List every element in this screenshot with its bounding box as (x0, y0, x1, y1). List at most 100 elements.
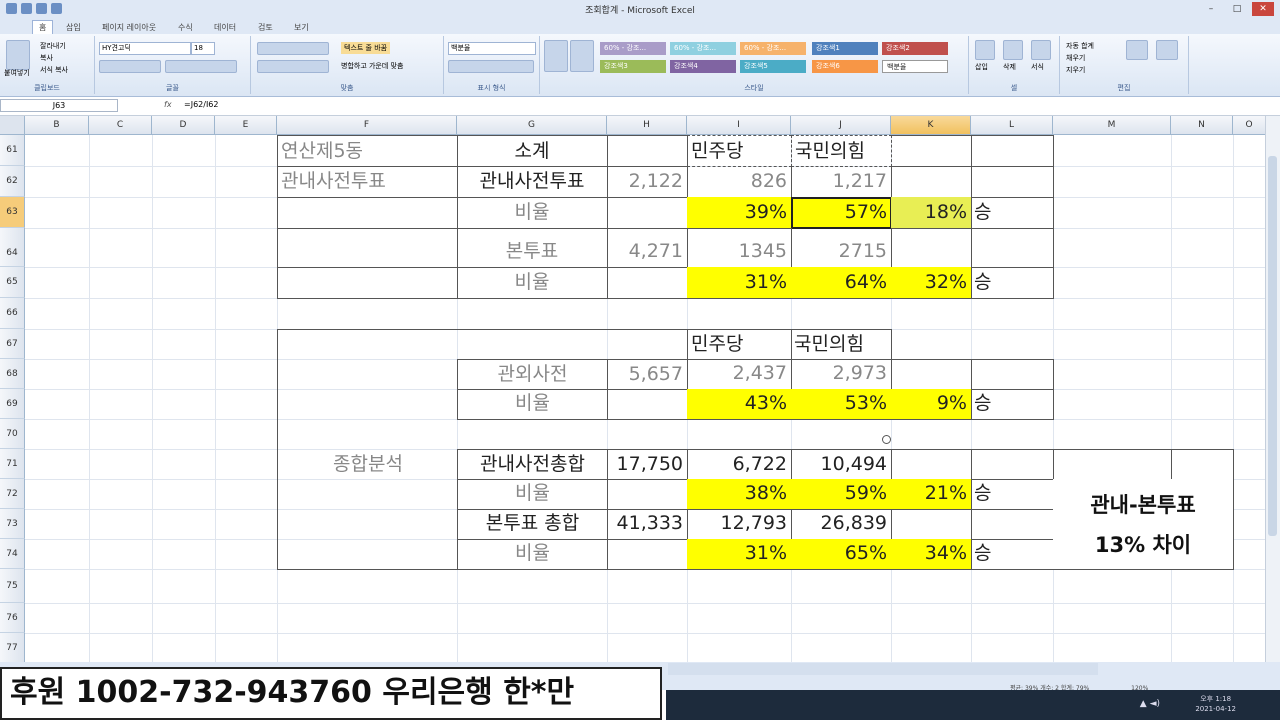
row-header-67[interactable]: 67 (0, 329, 25, 359)
taskbar-clock[interactable]: 오후 1:18 2021-04-12 (1195, 694, 1236, 714)
cell-g73[interactable]: 본투표 총합 (457, 509, 608, 540)
tab-insert[interactable]: 삽입 (66, 22, 81, 33)
cell-i71[interactable]: 6,722 (687, 449, 792, 480)
cell-l71[interactable] (971, 449, 1054, 480)
function-icon[interactable]: fx (164, 100, 172, 109)
vertical-scrollbar[interactable] (1265, 116, 1280, 662)
cut-button[interactable]: 잘라내기 (40, 41, 66, 51)
tab-home[interactable]: 홈 (32, 20, 54, 34)
scrollbar-thumb[interactable] (1268, 156, 1277, 536)
wrap-text-button[interactable]: 텍스트 줄 바꿈 (341, 42, 391, 54)
font-style-buttons[interactable] (99, 60, 161, 73)
row-header-62[interactable]: 62 (0, 166, 25, 197)
cell-h63[interactable] (607, 197, 688, 229)
cell-g64[interactable]: 본투표 (457, 228, 608, 268)
cell-i72[interactable]: 38% (687, 479, 792, 510)
cell-i73[interactable]: 12,793 (687, 509, 792, 540)
format-button[interactable]: 서식 (1031, 62, 1044, 72)
cell-k73[interactable] (891, 509, 972, 540)
tab-review[interactable]: 검토 (258, 22, 273, 33)
cell-h74[interactable] (607, 539, 688, 570)
delete-button[interactable]: 삭제 (1003, 62, 1016, 72)
merge-center-button[interactable]: 병합하고 가운데 맞춤 (341, 61, 403, 71)
cell-f63[interactable] (277, 197, 458, 229)
cell-i69[interactable]: 43% (687, 389, 792, 420)
column-header-e[interactable]: E (215, 116, 277, 135)
insert-button[interactable]: 삽입 (975, 62, 988, 72)
row-header-64[interactable]: 64 (0, 228, 25, 267)
cell-j61[interactable]: 국민의힘 (791, 135, 892, 167)
cell-h69[interactable] (607, 389, 688, 420)
cell-l63[interactable]: 승 (971, 197, 1054, 229)
cell-k61[interactable] (891, 135, 972, 167)
cell-h64[interactable]: 4,271 (607, 228, 688, 268)
cell-i64[interactable]: 1345 (687, 228, 792, 268)
row-header-70[interactable]: 70 (0, 419, 25, 449)
cell-n71[interactable] (1171, 449, 1234, 480)
worksheet-grid[interactable]: 연산제5동 소계 민주당 국민의힘 관내사전투표 관내사전투표 2,122 82… (25, 135, 1266, 662)
row-header-65[interactable]: 65 (0, 267, 25, 298)
cell-l69[interactable]: 승 (971, 389, 1054, 420)
column-header-i[interactable]: I (687, 116, 791, 135)
cell-i74[interactable]: 31% (687, 539, 792, 570)
row-header-71[interactable]: 71 (0, 449, 25, 479)
copy-button[interactable]: 복사 (40, 53, 53, 63)
row-header-69[interactable]: 69 (0, 389, 25, 419)
cell-k64[interactable] (891, 228, 972, 268)
row-header-66[interactable]: 66 (0, 298, 25, 329)
font-size-select[interactable]: 18 (191, 42, 215, 55)
cell-i67[interactable]: 민주당 (687, 329, 792, 360)
cell-style-3[interactable]: 60% - 강조... (740, 42, 806, 55)
cell-style-6[interactable]: 강조색3 (600, 60, 666, 73)
column-header-n[interactable]: N (1171, 116, 1233, 135)
format-cells-icon[interactable] (1031, 40, 1051, 60)
cell-j64[interactable]: 2715 (791, 228, 892, 268)
row-header-63[interactable]: 63 (0, 197, 25, 228)
cell-j68[interactable]: 2,973 (791, 359, 892, 390)
cell-l68[interactable] (971, 359, 1054, 390)
cell-k62[interactable] (891, 166, 972, 198)
cell-k71[interactable] (891, 449, 972, 480)
cell-g69[interactable]: 비율 (457, 389, 608, 420)
cell-g74[interactable]: 비율 (457, 539, 608, 570)
cell-j67[interactable]: 국민의힘 (791, 329, 892, 360)
note-box[interactable]: 관내-본투표 13% 차이 (1053, 479, 1234, 570)
column-header-c[interactable]: C (89, 116, 152, 135)
cell-j65[interactable]: 64% (791, 267, 892, 299)
cell-style-10[interactable]: 백분율 (882, 60, 948, 73)
cell-l62[interactable] (971, 166, 1054, 198)
cell-g61[interactable]: 소계 (457, 135, 608, 167)
cell-f65[interactable] (277, 267, 458, 299)
cell-k72[interactable]: 21% (891, 479, 972, 510)
cell-k63[interactable]: 18% (891, 197, 972, 229)
cell-i63[interactable]: 39% (687, 197, 792, 229)
autosum-button[interactable]: 자동 합계 (1066, 41, 1094, 51)
cell-j62[interactable]: 1,217 (791, 166, 892, 198)
cell-j73[interactable]: 26,839 (791, 509, 892, 540)
cell-g71[interactable]: 관내사전총합 (457, 449, 608, 480)
cell-style-1[interactable]: 60% - 강조... (600, 42, 666, 55)
cell-g68[interactable]: 관외사전 (457, 359, 608, 390)
vertical-align-buttons[interactable] (257, 42, 329, 55)
cell-l64[interactable] (971, 228, 1054, 268)
find-select-icon[interactable] (1156, 40, 1178, 60)
cell-j72[interactable]: 59% (791, 479, 892, 510)
cell-g62[interactable]: 관내사전투표 (457, 166, 608, 198)
cell-style-5[interactable]: 강조색2 (882, 42, 948, 55)
cell-h68[interactable]: 5,657 (607, 359, 688, 390)
cell-l72[interactable]: 승 (971, 479, 1054, 510)
cell-f62[interactable]: 관내사전투표 (277, 166, 458, 198)
maximize-button[interactable]: □ (1226, 2, 1248, 16)
insert-cells-icon[interactable] (975, 40, 995, 60)
cell-f61[interactable]: 연산제5동 (277, 135, 458, 167)
select-all-corner[interactable] (0, 116, 25, 135)
cell-style-8[interactable]: 강조색5 (740, 60, 806, 73)
clear-button[interactable]: 지우기 (1066, 65, 1085, 75)
cell-style-9[interactable]: 강조색6 (812, 60, 878, 73)
row-header-68[interactable]: 68 (0, 359, 25, 389)
close-button[interactable]: ✕ (1252, 2, 1274, 16)
cell-style-7[interactable]: 강조색4 (670, 60, 736, 73)
cell-i62[interactable]: 826 (687, 166, 792, 198)
cell-g72[interactable]: 비율 (457, 479, 608, 510)
cell-h61[interactable] (607, 135, 688, 167)
